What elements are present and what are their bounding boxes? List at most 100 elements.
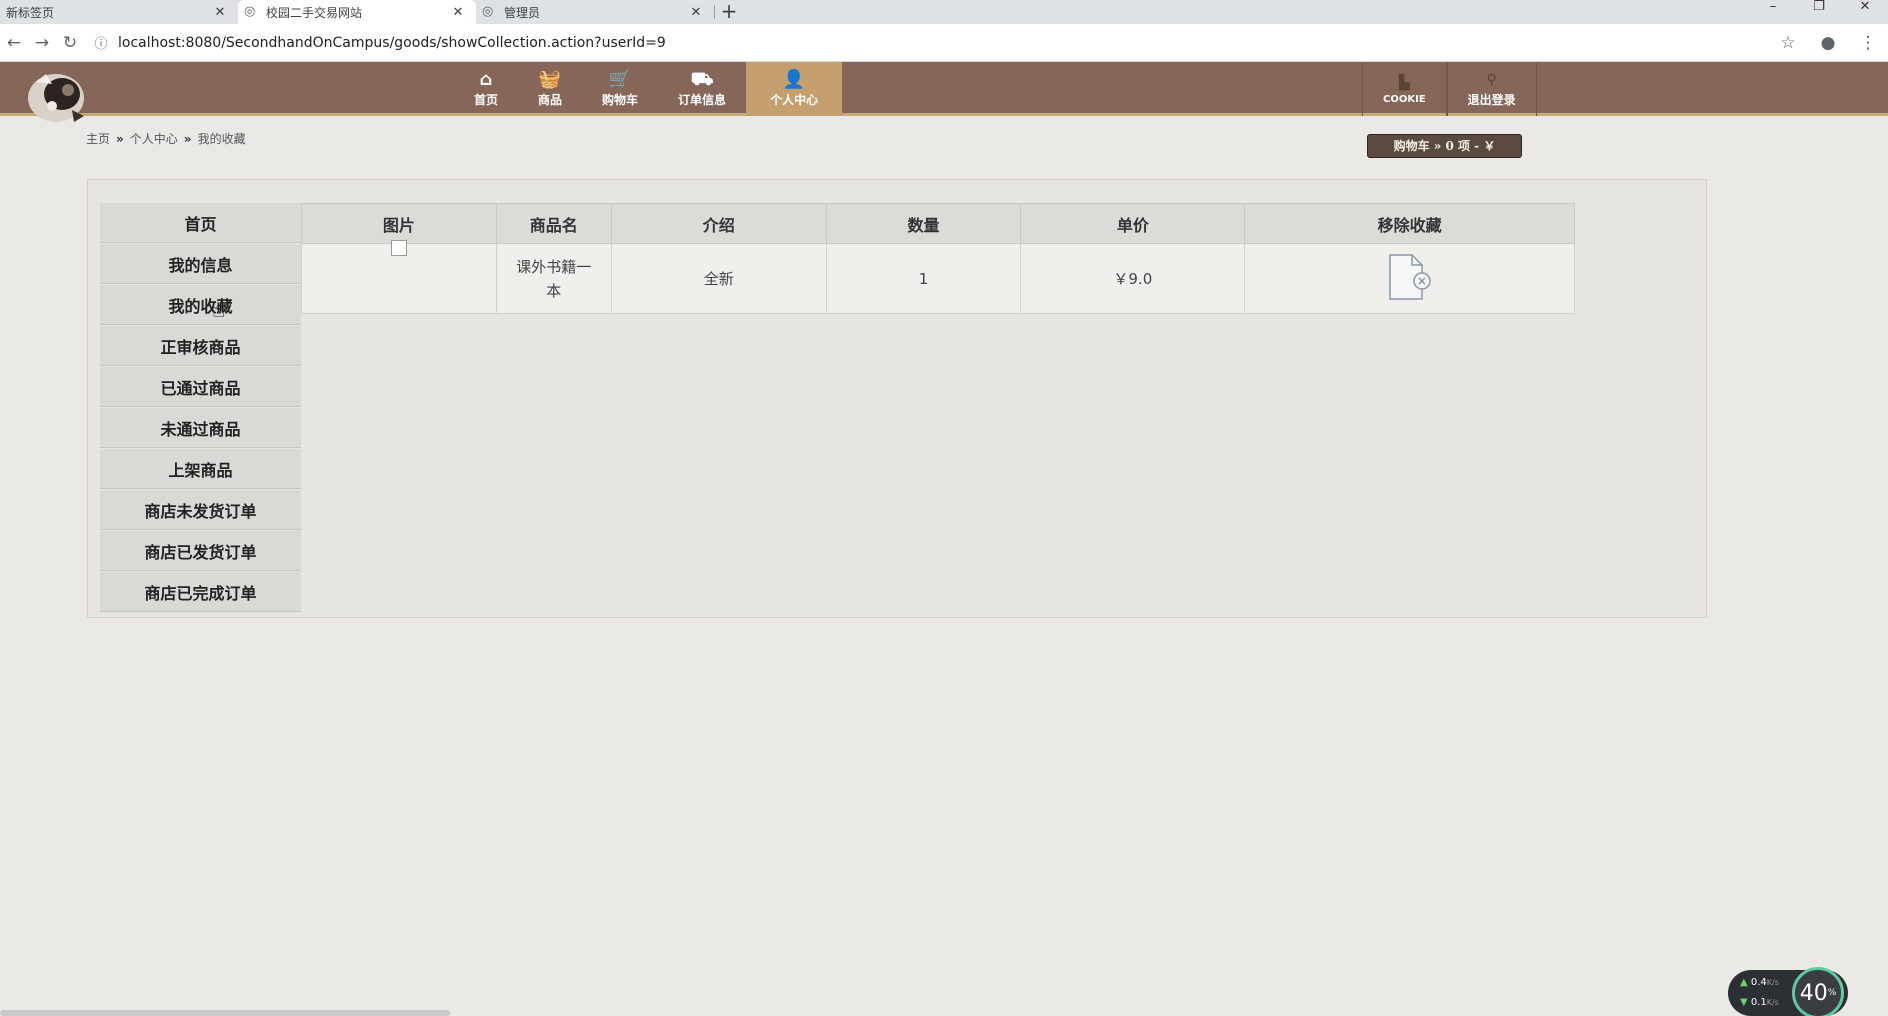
nav-label: 退出登录 xyxy=(1467,93,1516,107)
browser-tab[interactable]: ◎ 管理员 ✕ xyxy=(476,0,714,24)
menu-item-unshipped-orders[interactable]: 商店未发货订单 xyxy=(100,490,301,530)
info-icon[interactable]: ⓘ xyxy=(90,33,112,52)
column-header: 移除收藏 xyxy=(1244,203,1575,244)
broken-image-icon[interactable] xyxy=(390,239,407,256)
window-close-icon[interactable]: ✕ xyxy=(1842,0,1888,20)
menu-item-my-info[interactable]: 我的信息 xyxy=(100,244,301,284)
breadcrumb-current: 我的收藏 xyxy=(197,132,246,146)
speed-unit: K/s xyxy=(1766,998,1779,1007)
url-text: localhost:8080/SecondhandOnCampus/goods/… xyxy=(118,34,666,51)
nav-label: 首页 xyxy=(474,93,499,107)
window-controls: – ❐ ✕ xyxy=(1750,0,1888,20)
nav-cart[interactable]: 🛒 购物车 xyxy=(582,62,658,116)
globe-icon: ◎ xyxy=(482,4,494,19)
menu-item-rejected-goods[interactable]: 未通过商品 xyxy=(100,408,301,448)
goods-qty-cell: 1 xyxy=(825,243,1022,314)
menu-item-home[interactable]: 首页 xyxy=(100,203,301,243)
globe-icon: ◎ xyxy=(244,4,256,19)
breadcrumb-personal-center[interactable]: 个人中心 xyxy=(130,130,178,147)
breadcrumb: 主页 » 个人中心 » 我的收藏 xyxy=(86,130,246,147)
browser-tabstrip: 新标签页 ✕ ◎ 校园二手交易网站 ✕ ◎ 管理员 ✕ + – ❐ ✕ xyxy=(0,0,1888,24)
logout-icon: ⚲ xyxy=(1486,72,1497,88)
cart-summary-button[interactable]: 购物车 » 0 项 - ￥ xyxy=(1367,134,1522,158)
gauge-value: 40 xyxy=(1799,980,1828,1006)
goods-image-cell xyxy=(301,239,497,314)
tab-title: 新标签页 xyxy=(6,5,55,20)
remove-collection-icon[interactable] xyxy=(1388,253,1432,301)
menu-dots-icon[interactable]: ⋮ xyxy=(1848,33,1888,53)
goods-name-cell: 课外书籍一本 xyxy=(495,243,612,314)
goods-price-cell: ￥9.0 xyxy=(1020,243,1246,314)
address-bar[interactable]: ⓘ localhost:8080/SecondhandOnCampus/good… xyxy=(90,28,1760,58)
menu-item-pending-goods[interactable]: 正审核商品 xyxy=(100,326,301,366)
goods-intro-cell: 全新 xyxy=(610,243,827,314)
nav-label: 订单信息 xyxy=(678,93,727,107)
nav-home[interactable]: ⌂ 首页 xyxy=(454,62,518,116)
menu-item-completed-orders[interactable]: 商店已完成订单 xyxy=(100,572,301,612)
nav-goods[interactable]: 🧺 商品 xyxy=(518,62,582,116)
speed-readout: ▲ 0.4K/s ▼ 0.1K/s xyxy=(1728,973,1792,1013)
cpu-gauge: 40% xyxy=(1792,967,1844,1016)
forward-arrow-icon[interactable]: → xyxy=(28,33,56,53)
nav-personal-center[interactable]: 👤 个人中心 xyxy=(746,62,843,116)
truck-icon: ⛟ xyxy=(690,69,714,90)
minimize-icon[interactable]: – xyxy=(1750,0,1796,20)
menu-item-my-collection[interactable]: 我的收藏 xyxy=(100,285,301,325)
nav-label: 购物车 xyxy=(602,93,639,107)
column-header: 单价 xyxy=(1020,203,1246,244)
column-header: 商品名 xyxy=(495,203,612,244)
nav-orders[interactable]: ⛟ 订单信息 xyxy=(658,62,746,116)
upload-arrow-icon: ▲ xyxy=(1740,977,1748,988)
site-logo[interactable] xyxy=(22,66,92,126)
browser-tab-active[interactable]: ◎ 校园二手交易网站 ✕ xyxy=(238,0,476,24)
download-speed: 0.1 xyxy=(1750,997,1767,1008)
table-row: 课外书籍一本 全新 1 ￥9.0 xyxy=(301,239,1575,314)
remove-collection-cell xyxy=(1244,243,1575,314)
breadcrumb-separator-icon: » xyxy=(183,131,192,146)
breadcrumb-home[interactable]: 主页 xyxy=(86,130,110,147)
tab-title: 校园二手交易网站 xyxy=(266,5,363,20)
collection-table: 图片 商品名 介绍 数量 单价 移除收藏 课外书籍一本 全新 1 ￥9.0 xyxy=(301,203,1575,314)
star-icon[interactable]: ☆ xyxy=(1768,33,1808,53)
profile-icon[interactable]: ● xyxy=(1808,33,1848,53)
mouse-cursor-icon: ☝ xyxy=(212,298,226,323)
tab-close-icon[interactable]: ✕ xyxy=(450,5,466,20)
nav-label: COOKIE xyxy=(1383,94,1426,105)
reload-icon[interactable]: ↻ xyxy=(56,33,84,53)
site-header: ⌂ 首页 🧺 商品 🛒 购物车 ⛟ 订单信息 👤 个人中心 ▙ COOKIE ⚲… xyxy=(0,62,1888,122)
breadcrumb-separator-icon: » xyxy=(116,131,124,146)
menu-item-approved-goods[interactable]: 已通过商品 xyxy=(100,367,301,407)
browser-toolbar: ← → ↻ ⓘ localhost:8080/SecondhandOnCampu… xyxy=(0,24,1888,62)
download-arrow-icon: ▼ xyxy=(1740,997,1748,1008)
gauge-unit: % xyxy=(1827,988,1837,998)
column-header: 图片 xyxy=(301,203,497,244)
browser-tab[interactable]: 新标签页 ✕ xyxy=(0,0,238,24)
upload-speed: 0.4 xyxy=(1750,977,1767,988)
back-arrow-icon[interactable]: ← xyxy=(0,33,28,53)
horizontal-scrollbar[interactable] xyxy=(0,1010,450,1016)
table-header-row: 图片 商品名 介绍 数量 单价 移除收藏 xyxy=(301,203,1575,244)
menu-item-shipped-orders[interactable]: 商店已发货订单 xyxy=(100,531,301,571)
main-nav: ⌂ 首页 🧺 商品 🛒 购物车 ⛟ 订单信息 👤 个人中心 xyxy=(454,62,843,116)
nav-label: 个人中心 xyxy=(770,93,819,107)
column-header: 数量 xyxy=(825,203,1022,244)
column-header: 介绍 xyxy=(610,203,827,244)
tab-close-icon[interactable]: ✕ xyxy=(688,5,704,20)
nav-logout[interactable]: ⚲ 退出登录 xyxy=(1446,62,1537,116)
speed-unit: K/s xyxy=(1766,978,1779,987)
right-nav: ▙ COOKIE ⚲ 退出登录 xyxy=(1362,62,1537,116)
nav-label: 商品 xyxy=(538,93,563,107)
tab-title: 管理员 xyxy=(504,5,541,20)
nav-cookie[interactable]: ▙ COOKIE xyxy=(1362,62,1447,116)
left-menu: 首页 我的信息 我的收藏 正审核商品 已通过商品 未通过商品 上架商品 商店未发… xyxy=(100,203,301,613)
content-panel: 首页 我的信息 我的收藏 正审核商品 已通过商品 未通过商品 上架商品 商店未发… xyxy=(87,179,1707,618)
cookie-icon: ▙ xyxy=(1398,75,1410,91)
restore-icon[interactable]: ❐ xyxy=(1796,0,1842,20)
goods-name: 课外书籍一本 xyxy=(516,257,592,300)
tab-close-icon[interactable]: ✕ xyxy=(212,5,228,20)
menu-item-listed-goods[interactable]: 上架商品 xyxy=(100,449,301,489)
cart-icon: 🛒 xyxy=(608,69,632,90)
user-icon: 👤 xyxy=(782,69,806,90)
home-icon: ⌂ xyxy=(479,69,493,90)
new-tab-icon[interactable]: + xyxy=(715,0,743,24)
